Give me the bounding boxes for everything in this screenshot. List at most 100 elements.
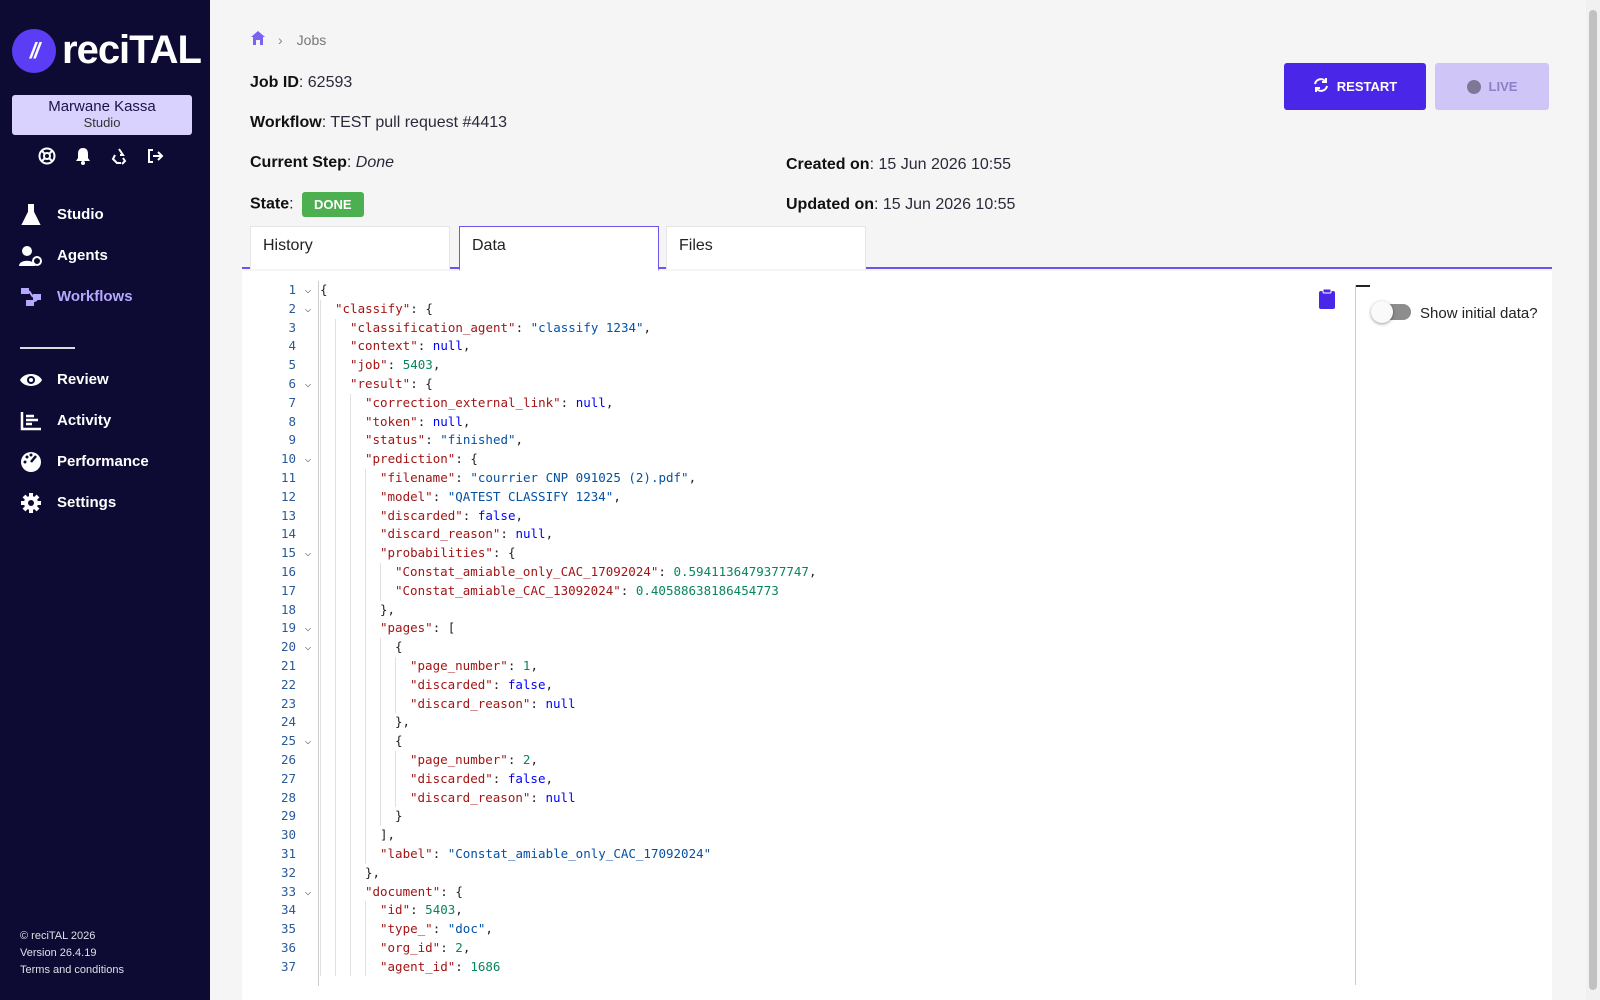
indent-guide bbox=[320, 562, 335, 582]
indent-guide bbox=[335, 525, 350, 545]
nav-item-workflows[interactable]: Workflows bbox=[0, 276, 210, 317]
user-profile[interactable]: Marwane Kassa Studio bbox=[12, 95, 192, 135]
code-text: "discard_reason": null, bbox=[320, 525, 554, 545]
indent-guide bbox=[380, 807, 395, 827]
fold-chevron-icon[interactable]: ⌵ bbox=[296, 638, 320, 657]
code-token: "QATEST CLASSIFY 1234" bbox=[447, 488, 614, 504]
indent-guide bbox=[335, 788, 350, 808]
code-line: 5 "job": 5403, bbox=[258, 356, 1336, 375]
line-number: 33 bbox=[280, 883, 296, 899]
indent-guide bbox=[395, 656, 410, 676]
line-number: 2 bbox=[288, 300, 296, 316]
code-token: "status" bbox=[365, 432, 426, 448]
code-line: 3 "classification_agent": "classify 1234"… bbox=[258, 318, 1336, 338]
code-token: : bbox=[507, 751, 523, 767]
indent-guide bbox=[320, 581, 335, 601]
code-token: : bbox=[530, 789, 546, 805]
show-initial-data-toggle[interactable] bbox=[1371, 301, 1411, 323]
fold-chevron-icon[interactable]: ⌵ bbox=[296, 883, 320, 902]
logout-icon[interactable] bbox=[146, 147, 164, 165]
primary-nav: Studio Agents Workflows bbox=[0, 194, 210, 317]
fold-chevron-icon[interactable]: ⌵ bbox=[296, 732, 320, 751]
code-token: , bbox=[462, 939, 471, 955]
line-number: 35 bbox=[280, 921, 296, 937]
fold-chevron-icon[interactable]: ⌵ bbox=[296, 375, 320, 394]
indent-guide bbox=[365, 581, 380, 601]
code-text: }, bbox=[320, 600, 395, 620]
support-icon[interactable] bbox=[38, 147, 56, 165]
indent-guide bbox=[335, 581, 350, 601]
code-text: "document": { bbox=[320, 882, 463, 902]
code-token: , bbox=[545, 526, 554, 542]
indent-guide bbox=[395, 675, 410, 695]
restart-button[interactable]: RESTART bbox=[1284, 63, 1426, 110]
eye-icon bbox=[19, 368, 43, 392]
indent-guide bbox=[350, 393, 365, 413]
indent-guide bbox=[335, 713, 350, 733]
indent-guide bbox=[380, 732, 395, 751]
indent-guide bbox=[320, 675, 335, 695]
code-token: "discarded" bbox=[410, 770, 493, 786]
code-token: } bbox=[395, 808, 403, 824]
indent-guide bbox=[335, 638, 350, 657]
indent-guide bbox=[320, 468, 335, 488]
code-token: : { bbox=[440, 883, 463, 899]
indent-guide bbox=[320, 807, 335, 827]
app-logo[interactable]: // reciTAL bbox=[12, 28, 202, 73]
indent-guide bbox=[320, 525, 335, 545]
indent-guide bbox=[350, 675, 365, 695]
indent-guide bbox=[335, 863, 350, 883]
fold-chevron-icon[interactable]: ⌵ bbox=[296, 619, 320, 638]
bell-icon[interactable] bbox=[74, 147, 92, 165]
code-token: : bbox=[432, 921, 448, 937]
indent-guide bbox=[335, 450, 350, 469]
nav-item-settings[interactable]: Settings bbox=[0, 482, 210, 523]
page-scrollbar-thumb[interactable] bbox=[1589, 10, 1597, 990]
home-icon[interactable] bbox=[250, 30, 266, 49]
recycle-icon[interactable] bbox=[110, 147, 128, 165]
line-number: 6 bbox=[288, 375, 296, 391]
indent-guide bbox=[365, 656, 380, 676]
code-token: "label" bbox=[380, 845, 433, 861]
nav-item-studio[interactable]: Studio bbox=[0, 194, 210, 235]
line-number: 14 bbox=[280, 526, 296, 542]
json-editor[interactable]: 1 ⌵{2 ⌵ "classify": {3 "classification_agent… bbox=[258, 281, 1336, 986]
editor-scrollbar[interactable] bbox=[1356, 285, 1370, 287]
indent-guide bbox=[320, 844, 335, 864]
page-scrollbar[interactable] bbox=[1586, 0, 1600, 1000]
indent-guide bbox=[320, 957, 335, 977]
code-token: "discard_reason" bbox=[410, 789, 531, 805]
line-number: 7 bbox=[288, 394, 296, 410]
clipboard-icon[interactable] bbox=[1318, 288, 1336, 310]
nav-label: Review bbox=[57, 371, 109, 388]
fold-chevron-icon[interactable]: ⌵ bbox=[296, 450, 320, 469]
indent-guide bbox=[350, 920, 365, 939]
code-token: false bbox=[507, 676, 546, 692]
nav-item-agents[interactable]: Agents bbox=[0, 235, 210, 276]
utility-icons bbox=[38, 147, 164, 165]
nav-item-performance[interactable]: Performance bbox=[0, 441, 210, 482]
live-button[interactable]: LIVE bbox=[1435, 63, 1549, 110]
code-line: 19 ⌵ "pages": [ bbox=[258, 619, 1336, 639]
fold-chevron-icon[interactable]: ⌵ bbox=[296, 300, 320, 319]
terms-link[interactable]: Terms and conditions bbox=[20, 962, 124, 979]
indent-guide bbox=[380, 769, 395, 789]
nav-item-review[interactable]: Review bbox=[0, 359, 210, 400]
breadcrumb-current[interactable]: Jobs bbox=[297, 32, 327, 48]
nav-item-activity[interactable]: Activity bbox=[0, 400, 210, 441]
indent-guide bbox=[320, 750, 335, 770]
tab-history[interactable]: History bbox=[250, 226, 450, 269]
indent-guide bbox=[335, 694, 350, 714]
code-line: 10 ⌵ "prediction": { bbox=[258, 450, 1336, 469]
indent-guide bbox=[395, 750, 410, 770]
tab-data[interactable]: Data bbox=[459, 226, 659, 271]
code-token: { bbox=[395, 733, 403, 749]
code-token: null bbox=[515, 526, 546, 542]
tab-files[interactable]: Files bbox=[666, 226, 866, 269]
indent-guide bbox=[365, 675, 380, 695]
fold-chevron-icon[interactable]: ⌵ bbox=[296, 544, 320, 563]
fold-chevron-icon[interactable]: ⌵ bbox=[296, 281, 320, 300]
